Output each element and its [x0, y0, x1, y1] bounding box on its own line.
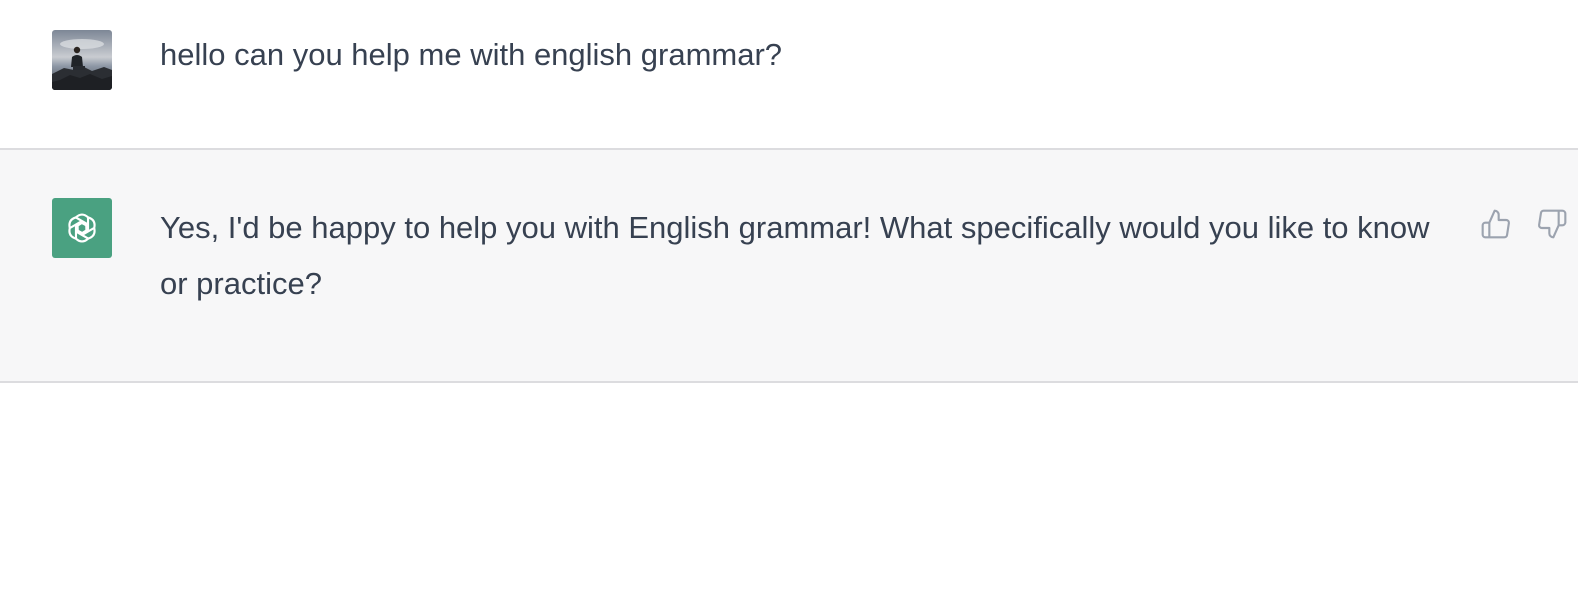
user-avatar [52, 30, 112, 90]
user-photo-avatar [52, 30, 112, 90]
openai-logo-icon [68, 213, 96, 243]
user-message: hello can you help me with english gramm… [0, 0, 1578, 150]
chat-thread: hello can you help me with english gramm… [0, 0, 1578, 612]
thread-empty-space [0, 383, 1578, 612]
feedback-buttons [1478, 206, 1570, 242]
thumbs-up-button[interactable] [1478, 206, 1514, 242]
assistant-avatar [52, 198, 112, 258]
assistant-message: Yes, I'd be happy to help you with Engli… [0, 150, 1578, 383]
assistant-message-text: Yes, I'd be happy to help you with Engli… [160, 210, 1430, 301]
thumbs-down-button[interactable] [1534, 206, 1570, 242]
thumbs-up-icon [1481, 209, 1510, 239]
user-message-text: hello can you help me with english gramm… [160, 37, 783, 72]
thumbs-down-icon [1538, 209, 1567, 239]
